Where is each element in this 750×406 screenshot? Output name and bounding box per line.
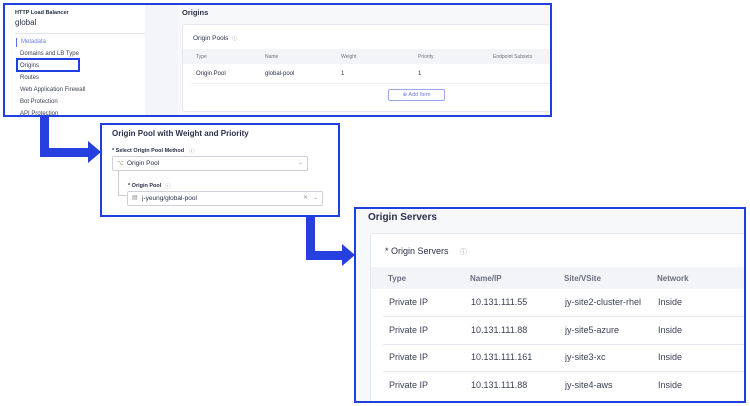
column-header: Network [657, 274, 689, 283]
cell-type: Private IP [389, 352, 429, 362]
resource-name: global [15, 18, 37, 27]
plus-circle-icon: ⊕ [402, 92, 408, 98]
cell-name-ip: 10.131.111.55 [471, 297, 528, 307]
cell-type: Private IP [389, 379, 429, 390]
chevron-down-icon[interactable]: ⌄ [313, 194, 318, 201]
method-value: Origin Pool [127, 160, 160, 167]
callout-arrow-1-shaft [40, 148, 90, 157]
row-divider [383, 371, 744, 372]
clear-icon[interactable]: ✕ [303, 194, 308, 201]
info-icon: ⓘ [165, 184, 171, 190]
method-label: * Select Origin Pool Method [112, 148, 185, 154]
cell-name[interactable]: global-pool [265, 71, 294, 77]
sidebar-item-api-protection[interactable]: API Protection [20, 111, 58, 115]
cell-priority: 1 [418, 71, 422, 77]
cell-network: Inside [658, 379, 683, 390]
row-divider [191, 83, 550, 84]
divider [15, 33, 145, 34]
sidebar-item-metadata[interactable]: Metadata [21, 39, 46, 45]
origin-pool-label: * Origin Pool [128, 183, 162, 189]
cell-name-ip: 10.131.111.88 [471, 379, 528, 390]
callout-arrow-2-shaft [306, 251, 344, 260]
origin-servers-panel: Origin Servers * Origin Servers ⓘ Type Na… [354, 207, 746, 403]
pool-method-icon: ⌥ [117, 161, 124, 167]
section-title: Origin Servers [368, 212, 437, 223]
active-indicator [16, 38, 17, 47]
sidebar-item-domains[interactable]: Domains and LB Type [20, 51, 79, 57]
info-icon: ⓘ [232, 36, 238, 42]
origin-servers-card: * Origin Servers ⓘ Type Name/IP Site/VSite… [370, 233, 744, 401]
origin-pool-select[interactable]: ▤ j-yeung/global-pool ✕ ⌄ [127, 191, 323, 206]
cell-type: Private IP [389, 297, 429, 307]
column-header: Priority [418, 54, 434, 60]
card-title: Origin Pools [193, 35, 229, 42]
card-title: * Origin Servers [385, 246, 449, 256]
row-divider [383, 343, 744, 345]
origin-pool-form-panel: Origin Pool with Weight and Priority * S… [100, 123, 340, 217]
column-header: Site/VSite [564, 274, 601, 283]
info-icon: ⓘ [189, 149, 195, 155]
cell-network: Inside [658, 324, 683, 335]
sidebar-item-bot-protection[interactable]: Bot Protection [20, 99, 58, 105]
cell-type: Origin Pool [196, 71, 226, 77]
cell-type: Private IP [389, 324, 429, 335]
sidebar-item-routes[interactable]: Routes [20, 75, 39, 81]
cell-site: jy-site5-azure [565, 324, 620, 335]
cell-site: jy-site4-aws [565, 379, 613, 390]
chevron-down-icon: ⌄ [297, 160, 303, 166]
info-icon: ⓘ [460, 249, 467, 256]
cell-site: jy-site2-cluster-rhel [565, 297, 642, 307]
pool-icon: ▤ [132, 195, 138, 201]
cell-weight: 1 [341, 71, 345, 77]
sidebar-item-origins[interactable]: Origins [20, 63, 39, 69]
cell-name-ip: 10.131.111.161 [471, 352, 533, 362]
sidebar-item-waf[interactable]: Web Application Firewall [20, 87, 85, 93]
column-header: Name/IP [470, 274, 502, 283]
form-title: Origin Pool with Weight and Priority [112, 129, 249, 138]
cell-site: jy-site3-xc [565, 352, 606, 362]
pool-value: j-yeung/global-pool [142, 195, 197, 202]
add-item-label: Add Item [408, 92, 431, 98]
row-divider [383, 316, 744, 317]
cell-network: Inside [658, 352, 683, 362]
origin-pool-method-select[interactable]: ⌥ Origin Pool ⌄ [112, 156, 308, 171]
add-item-button[interactable]: ⊕ Add Item [388, 89, 445, 101]
gutter [145, 5, 178, 115]
column-header: Type [196, 54, 207, 60]
column-header: Endpoint Subsets [493, 54, 533, 60]
resource-type: HTTP Load Balancer [15, 10, 69, 16]
main: Origins Origin Pools ⓘ Type Name Weight … [178, 5, 550, 115]
column-header: Weight [341, 54, 357, 60]
origin-pools-card: Origin Pools ⓘ Type Name Weight Priority… [182, 24, 550, 112]
cell-network: Inside [658, 297, 683, 307]
column-header: Type [388, 274, 407, 283]
load-balancer-config-panel: HTTP Load Balancer global Metadata Domai… [3, 3, 552, 117]
section-title: Origins [182, 8, 209, 17]
sidebar: HTTP Load Balancer global Metadata Domai… [5, 5, 145, 115]
column-header: Name [265, 54, 279, 60]
cell-name-ip: 10.131.111.88 [471, 324, 528, 335]
table-header [371, 267, 744, 289]
